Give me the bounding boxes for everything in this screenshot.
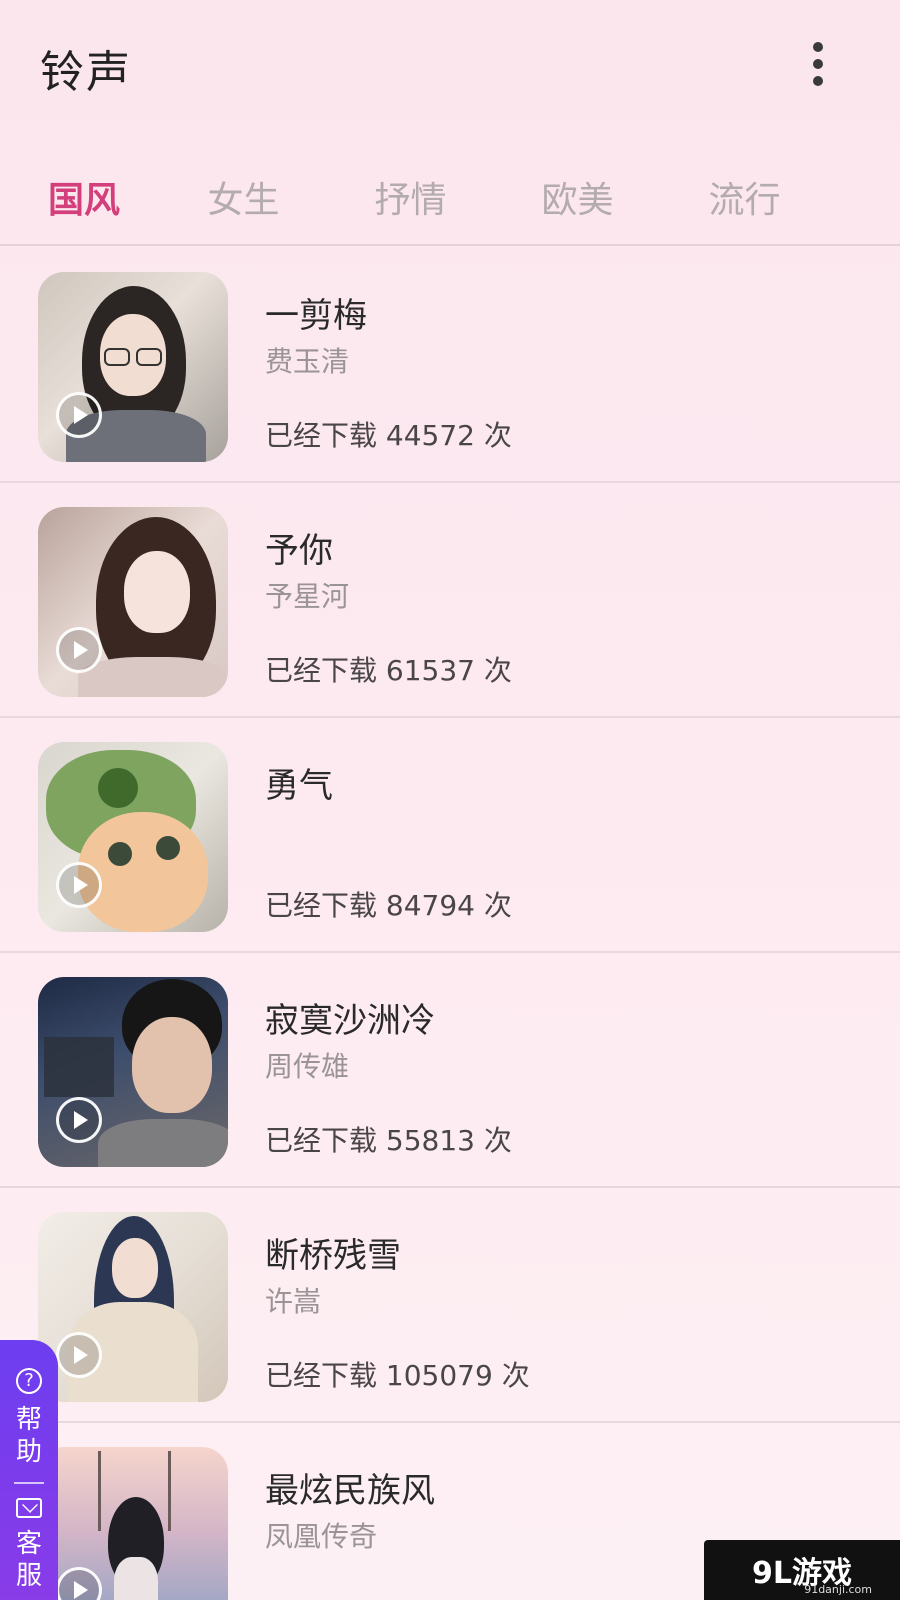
cover-image bbox=[38, 742, 228, 932]
song-title: 寂寞沙洲冷 bbox=[265, 1001, 435, 1041]
play-icon[interactable] bbox=[56, 1097, 102, 1143]
play-icon[interactable] bbox=[56, 862, 102, 908]
cover-image bbox=[38, 977, 228, 1167]
download-count: 已经下载 84794 次 bbox=[265, 889, 512, 922]
cover-image bbox=[38, 272, 228, 462]
song-title: 予你 bbox=[265, 531, 333, 571]
tab-liuxing[interactable]: 流行 bbox=[661, 171, 828, 223]
song-title: 一剪梅 bbox=[265, 296, 367, 336]
page-title: 铃声 bbox=[40, 47, 132, 98]
download-count: 已经下载 105079 次 bbox=[265, 1359, 530, 1392]
play-icon[interactable] bbox=[56, 627, 102, 673]
help-label: 帮助 bbox=[15, 1405, 42, 1467]
header: 铃声 bbox=[0, 0, 900, 135]
download-count: 已经下载 61537 次 bbox=[265, 654, 512, 687]
song-artist: 周传雄 bbox=[265, 1050, 350, 1083]
dot bbox=[813, 59, 823, 69]
song-artist: 费玉清 bbox=[265, 345, 350, 378]
dot bbox=[813, 42, 823, 52]
cover-image bbox=[38, 1212, 228, 1402]
list-item[interactable]: 一剪梅 费玉清 已经下载 44572 次 bbox=[0, 248, 900, 483]
download-count: 已经下载 55813 次 bbox=[265, 1124, 512, 1157]
list-item[interactable]: 寂寞沙洲冷 周传雄 已经下载 55813 次 bbox=[0, 953, 900, 1188]
song-title: 断桥残雪 bbox=[265, 1236, 401, 1276]
dot bbox=[813, 76, 823, 86]
watermark-logo: 9L游戏 91danji.com bbox=[704, 1540, 900, 1600]
song-artist: 凤凰传奇 bbox=[265, 1520, 378, 1553]
list-item[interactable]: 断桥残雪 许嵩 已经下载 105079 次 bbox=[0, 1188, 900, 1423]
song-title: 勇气 bbox=[265, 766, 333, 806]
help-icon: ? bbox=[16, 1368, 42, 1394]
more-vertical-icon[interactable] bbox=[806, 42, 830, 86]
divider bbox=[14, 1482, 44, 1484]
service-label: 客服 bbox=[15, 1529, 42, 1591]
category-tabs: 国风 女生 抒情 欧美 流行 bbox=[0, 150, 900, 246]
song-title: 最炫民族风 bbox=[265, 1471, 435, 1511]
cover-image bbox=[38, 1447, 228, 1600]
mail-icon bbox=[16, 1498, 42, 1518]
tab-guofeng[interactable]: 国风 bbox=[30, 171, 160, 223]
tab-oumei[interactable]: 欧美 bbox=[494, 171, 661, 223]
help-float-widget[interactable]: ? 帮助 客服 bbox=[0, 1340, 58, 1600]
play-icon[interactable] bbox=[56, 392, 102, 438]
download-count: 已经下载 44572 次 bbox=[265, 419, 512, 452]
list-item[interactable]: 予你 予星河 已经下载 61537 次 bbox=[0, 483, 900, 718]
ringtone-list: 一剪梅 费玉清 已经下载 44572 次 予你 予星河 已经下载 61537 次 bbox=[0, 248, 900, 1600]
play-icon[interactable] bbox=[56, 1332, 102, 1378]
song-artist: 许嵩 bbox=[265, 1285, 322, 1318]
list-item[interactable]: 勇气 已经下载 84794 次 bbox=[0, 718, 900, 953]
song-artist: 予星河 bbox=[265, 580, 350, 613]
ringtone-screen: 铃声 国风 女生 抒情 欧美 流行 一剪梅 费玉清 已经下载 44572 次 予… bbox=[0, 0, 900, 1600]
tab-shuqing[interactable]: 抒情 bbox=[327, 171, 494, 223]
cover-image bbox=[38, 507, 228, 697]
tab-nvsheng[interactable]: 女生 bbox=[160, 171, 327, 223]
watermark-url: 91danji.com bbox=[804, 1583, 872, 1596]
